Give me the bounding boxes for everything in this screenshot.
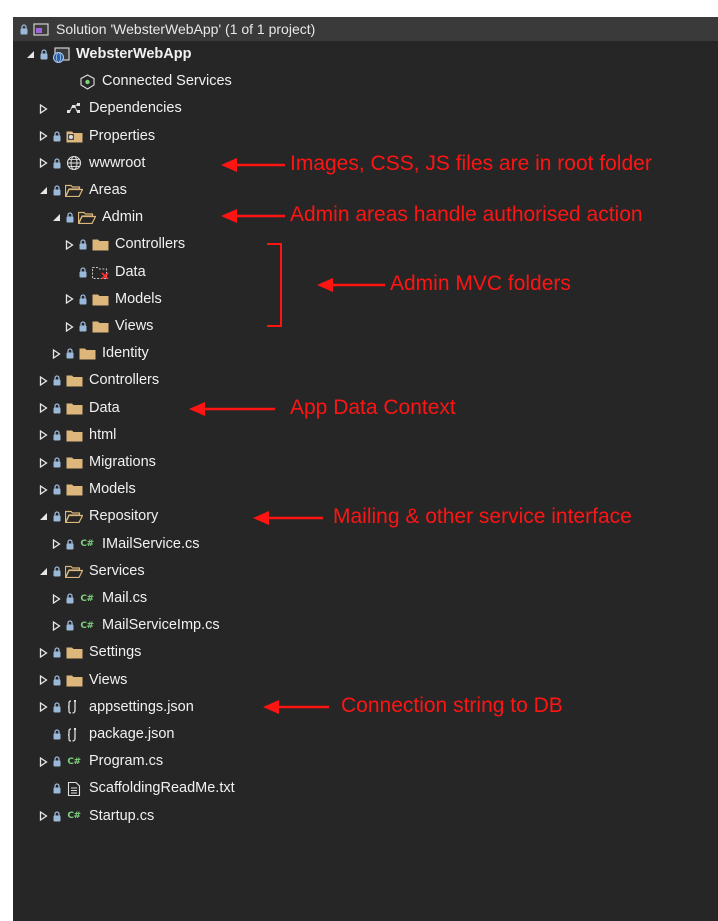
arrow-wwwroot (221, 158, 285, 172)
annotation-appsettings: Connection string to DB (341, 694, 563, 717)
arrow-admin (221, 209, 285, 223)
annotation-repository: Mailing & other service interface (333, 505, 632, 528)
annotation-wwwroot: Images, CSS, JS files are in root folder (290, 152, 652, 175)
annotation-admin-mvc: Admin MVC folders (390, 272, 571, 295)
arrow-appsettings (263, 700, 329, 714)
annotation-data: App Data Context (290, 396, 456, 419)
solution-explorer-panel: Solution 'WebsterWebApp' (1 of 1 project… (13, 17, 718, 921)
arrow-repository (253, 511, 323, 525)
arrow-data (189, 402, 275, 416)
annotation-admin: Admin areas handle authorised action (290, 203, 643, 226)
bracket-admin-mvc (267, 243, 385, 327)
